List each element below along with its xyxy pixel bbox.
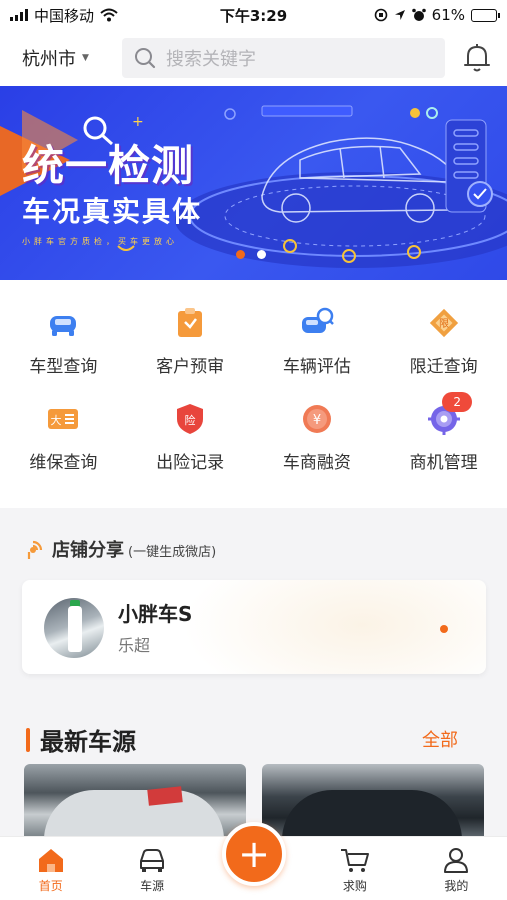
add-button[interactable]: + xyxy=(222,822,286,886)
banner-dot-1[interactable] xyxy=(236,250,245,259)
func-label: 车辆评估 xyxy=(282,357,351,377)
func-label: 客户预审 xyxy=(156,357,225,377)
tab-mine[interactable]: 我的 xyxy=(406,837,507,900)
latest-cars-section: 最新车源 全部 xyxy=(0,700,507,836)
city-name: 杭州市 xyxy=(22,49,76,70)
carrier-name: 中国移动 xyxy=(34,6,95,25)
yuan-coin-icon: ¥ xyxy=(300,402,334,436)
battery-icon xyxy=(471,8,500,22)
func-opportunity-management[interactable]: 2 商机管理 xyxy=(380,392,507,498)
svg-text:大: 大 xyxy=(51,413,62,427)
banner-title: 统一检测 xyxy=(22,141,195,190)
func-maintenance-query[interactable]: 大 维保查询 xyxy=(0,402,127,498)
search-icon xyxy=(135,48,156,69)
search-input[interactable]: 搜索关键字 xyxy=(122,38,445,78)
person-icon xyxy=(444,848,469,873)
maintenance-ticket-icon: 大 xyxy=(46,402,80,436)
notification-badge: 2 xyxy=(442,392,473,412)
func-label: 限迁查询 xyxy=(409,357,478,377)
car-listing-card[interactable] xyxy=(24,764,246,836)
car-front-icon xyxy=(46,306,80,340)
car-listing-card[interactable] xyxy=(262,764,484,836)
func-dealer-finance[interactable]: ¥ 车商融资 xyxy=(254,402,381,498)
location-icon xyxy=(394,10,405,20)
tab-cars[interactable]: 车源 xyxy=(101,837,202,900)
alarm-icon xyxy=(411,8,426,21)
svg-text:限: 限 xyxy=(439,318,449,330)
orientation-lock-icon xyxy=(374,8,387,22)
tab-label: 首页 xyxy=(38,879,63,893)
tab-wanted[interactable]: 求购 xyxy=(304,837,405,900)
indicator-dot xyxy=(440,625,448,633)
status-bar: 中国移动 下午3:29 61% xyxy=(0,0,507,30)
svg-text:+: + xyxy=(132,114,144,130)
latest-header: 最新车源 xyxy=(26,722,136,757)
avatar xyxy=(44,598,104,658)
func-label: 维保查询 xyxy=(29,453,98,473)
caret-down-icon: ▼ xyxy=(82,53,89,63)
wifi-icon xyxy=(100,8,118,22)
func-label: 商机管理 xyxy=(409,453,478,473)
latest-title: 最新车源 xyxy=(40,728,136,756)
tab-home[interactable]: 首页 xyxy=(0,837,101,900)
store-share-subtitle: (一键生成微店) xyxy=(128,545,217,560)
cellular-signal-icon xyxy=(10,9,28,21)
store-share-title: 店铺分享 xyxy=(52,540,124,561)
diamond-limit-icon: 限 xyxy=(427,306,461,340)
promo-banner[interactable]: + 统一检测 车况真实具体 小胖车官方质检，买车更放心 xyxy=(0,86,507,280)
car-outline-icon xyxy=(140,849,165,872)
tab-label: 求购 xyxy=(342,879,367,893)
section-accent-bar xyxy=(26,727,30,752)
clipboard-icon xyxy=(173,306,207,340)
search-placeholder: 搜索关键字 xyxy=(166,49,256,70)
status-time: 下午3:29 xyxy=(219,6,288,25)
view-all-link[interactable]: 全部 xyxy=(422,726,458,752)
store-card[interactable]: 小胖车S 乐超 xyxy=(22,580,486,674)
tab-label: 我的 xyxy=(444,879,469,893)
share-signal-icon xyxy=(27,540,43,559)
store-share-header: 店铺分享 (一键生成微店) xyxy=(24,536,216,562)
func-label: 车商融资 xyxy=(282,453,351,473)
banner-dot-2[interactable] xyxy=(257,250,266,259)
svg-text:¥: ¥ xyxy=(313,413,321,428)
insurance-shield-icon: 险 xyxy=(173,402,207,436)
banner-pagination xyxy=(236,250,266,259)
shop-owner: 乐超 xyxy=(118,636,151,655)
notification-bell-icon[interactable] xyxy=(461,42,493,74)
car-search-icon xyxy=(300,306,334,340)
cart-icon xyxy=(340,849,369,872)
shop-name: 小胖车S xyxy=(118,602,193,626)
svg-text:险: 险 xyxy=(185,413,196,427)
tab-label: 车源 xyxy=(140,879,165,893)
func-label: 出险记录 xyxy=(156,453,225,473)
function-grid: 车型查询 客户预审 车辆评估 限 限迁查询 大 维保查询 险 出险记录 ¥ 车商… xyxy=(0,280,507,508)
store-share-section: 店铺分享 (一键生成微店) 小胖车S 乐超 xyxy=(0,508,507,700)
city-selector[interactable]: 杭州市 ▼ xyxy=(22,45,122,71)
func-model-query[interactable]: 车型查询 xyxy=(0,306,127,402)
func-label: 车型查询 xyxy=(29,357,98,377)
home-icon xyxy=(38,849,63,872)
battery-percent: 61% xyxy=(431,6,465,24)
func-claims-record[interactable]: 险 出险记录 xyxy=(127,402,254,498)
banner-tagline: 小胖车官方质检，买车更放心 xyxy=(22,237,178,246)
banner-subtitle: 车况真实具体 xyxy=(22,195,203,228)
func-limit-query[interactable]: 限 限迁查询 xyxy=(380,306,507,402)
top-header: 杭州市 ▼ 搜索关键字 xyxy=(0,30,507,86)
func-customer-precheck[interactable]: 客户预审 xyxy=(127,306,254,402)
func-vehicle-valuation[interactable]: 车辆评估 xyxy=(254,306,381,402)
